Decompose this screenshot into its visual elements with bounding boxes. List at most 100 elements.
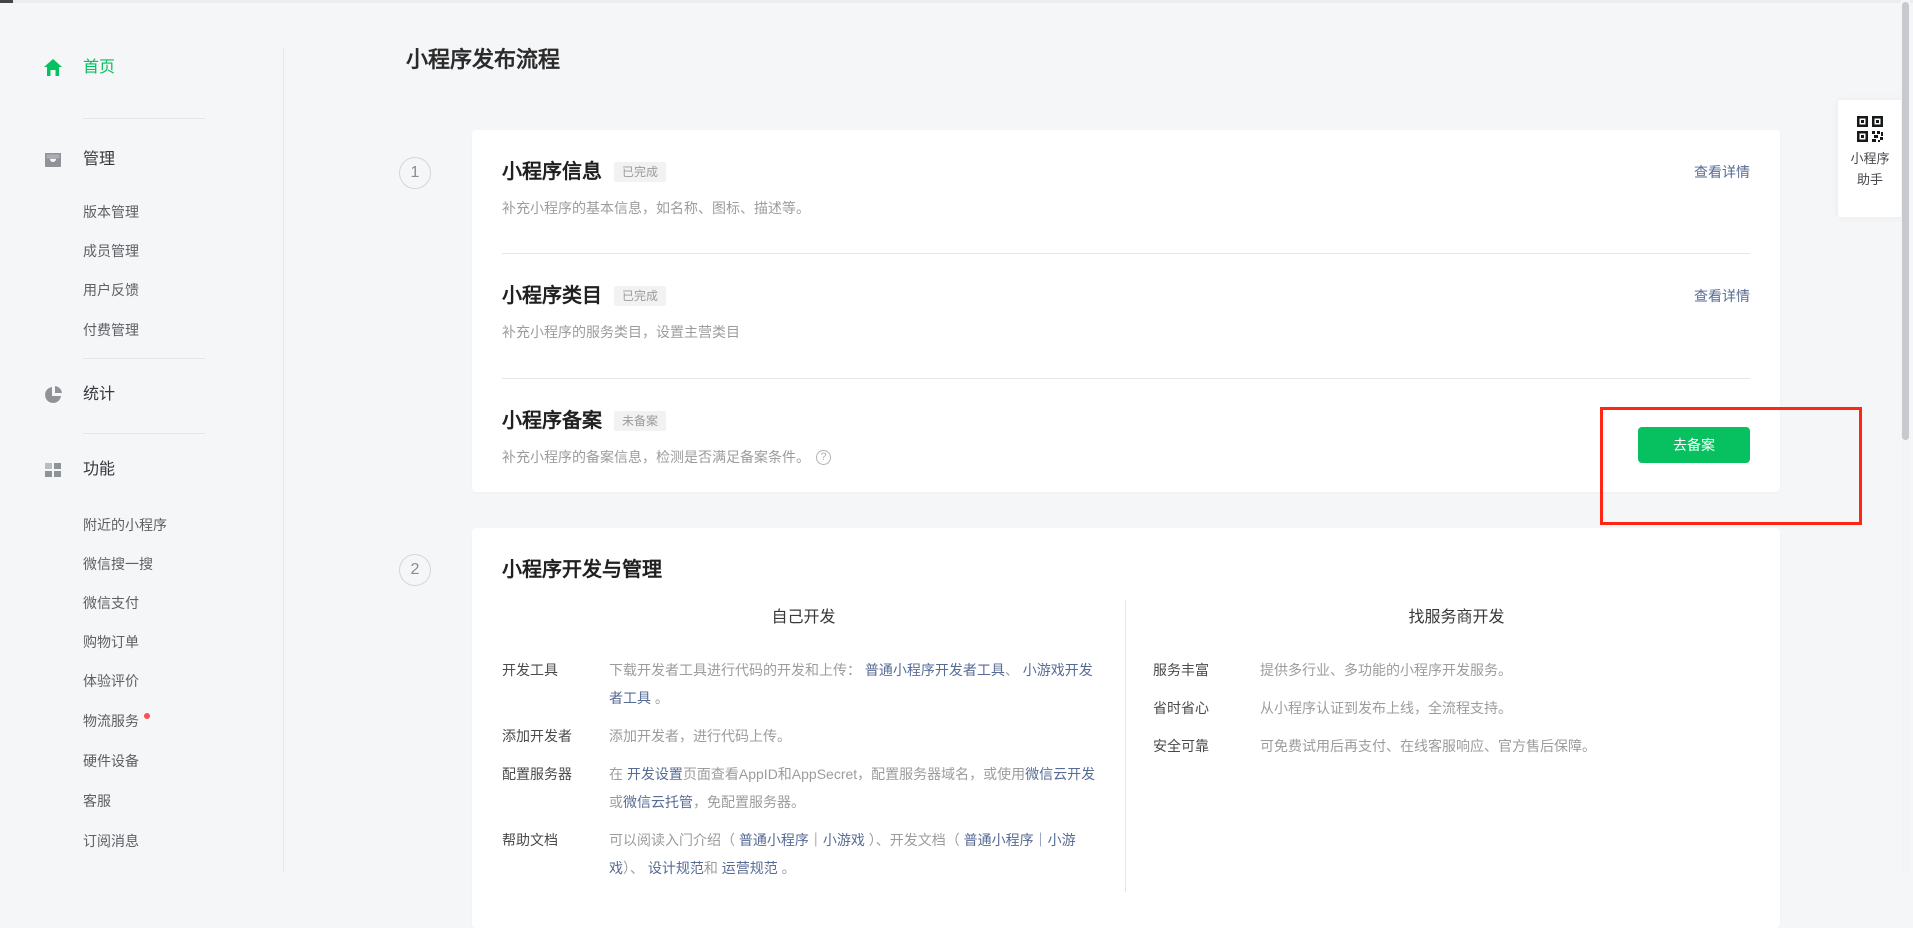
row-label: 安全可靠	[1153, 732, 1260, 760]
sidebar-item-manage[interactable]: 管理	[0, 149, 283, 171]
section-description: 补充小程序的备案信息，检测是否满足备案条件。	[502, 447, 810, 467]
sidebar-item-label: 硬件设备	[83, 751, 139, 771]
sidebar-item-statistics[interactable]: 统计	[0, 384, 283, 406]
status-badge: 已完成	[614, 162, 666, 182]
row-text: ）、开发文档（	[865, 832, 964, 848]
section-title: 小程序信息	[502, 158, 602, 186]
row-text: 添加开发者，进行代码上传。	[609, 728, 791, 744]
cloud-hosting-link[interactable]: 微信云托管	[623, 794, 693, 810]
publish-steps-card: 小程序信息 已完成 查看详情 补充小程序的基本信息，如名称、图标、描述等。 小程…	[472, 130, 1780, 492]
sidebar-item-member-manage[interactable]: 成员管理	[0, 241, 283, 261]
sidebar-item-features[interactable]: 功能	[0, 459, 283, 481]
row-text: 可免费试用后再支付、在线客服响应、官方售后保障。	[1260, 738, 1596, 754]
sidebar-item-label: 首页	[83, 57, 115, 79]
sidebar-item-version-manage[interactable]: 版本管理	[0, 202, 283, 222]
miniprogram-assistant-widget[interactable]: 小程序 助手	[1838, 100, 1902, 217]
row-text: 页面查看AppID和AppSecret，配置服务器域名，或使用	[683, 766, 1025, 782]
section-miniprogram-category: 小程序类目 已完成 查看详情 补充小程序的服务类目，设置主营类目	[472, 254, 1780, 378]
sidebar-item-label: 购物订单	[83, 632, 139, 652]
sidebar-item-label: 微信支付	[83, 593, 139, 613]
assistant-label-line2: 助手	[1857, 169, 1883, 190]
row-text: 提供多行业、多功能的小程序开发服务。	[1260, 662, 1512, 678]
dev-row-help-docs: 帮助文档 可以阅读入门介绍（ 普通小程序｜小游戏 ）、开发文档（ 普通小程序｜小…	[502, 826, 1105, 882]
divider	[83, 358, 205, 359]
sidebar-item-nearby-miniprogram[interactable]: 附近的小程序	[0, 515, 283, 535]
step-number-text: 1	[411, 164, 420, 182]
scrollbar-thumb[interactable]	[1902, 2, 1909, 440]
pie-chart-icon	[42, 384, 64, 406]
row-label: 开发工具	[502, 656, 609, 712]
section-miniprogram-icp-filing: 小程序备案 未备案 补充小程序的备案信息，检测是否满足备案条件。 ? 去备案	[472, 379, 1780, 494]
sidebar-item-label: 微信搜一搜	[83, 554, 153, 574]
sidebar-item-label: 物流服务	[83, 711, 139, 731]
sidebar-item-experience-review[interactable]: 体验评价	[0, 671, 283, 691]
sidebar-item-label: 功能	[83, 459, 115, 481]
row-text: 可以阅读入门介绍（	[609, 832, 739, 848]
sidebar-item-paid-manage[interactable]: 付费管理	[0, 320, 283, 340]
status-badge: 未备案	[614, 411, 666, 431]
dev-row-tools: 开发工具 下载开发者工具进行代码的开发和上传： 普通小程序开发者工具、 小游戏开…	[502, 656, 1105, 712]
sidebar-item-wechat-pay[interactable]: 微信支付	[0, 593, 283, 613]
row-text: ）、	[623, 860, 648, 876]
sidebar-item-label: 成员管理	[83, 241, 139, 261]
sidebar-item-subscribe-message[interactable]: 订阅消息	[0, 831, 283, 851]
sidebar-item-label: 用户反馈	[83, 280, 139, 300]
devtools-link[interactable]: 普通小程序开发者工具	[865, 662, 1005, 678]
dev-row-configure-server: 配置服务器 在 开发设置页面查看AppID和AppSecret，配置服务器域名，…	[502, 760, 1105, 816]
view-details-link[interactable]: 查看详情	[1694, 162, 1750, 182]
archive-box-icon	[42, 149, 64, 171]
dev-row-add-developer: 添加开发者 添加开发者，进行代码上传。	[502, 722, 1105, 750]
row-text: 。	[778, 860, 796, 876]
sidebar-item-label: 体验评价	[83, 671, 139, 691]
service-provider-column: 找服务商开发 服务丰富 提供多行业、多功能的小程序开发服务。 省时省心 从小程序…	[1125, 600, 1780, 892]
sidebar-item-label: 版本管理	[83, 202, 139, 222]
step-number-text: 2	[411, 561, 420, 579]
page-title: 小程序发布流程	[406, 42, 560, 74]
intro-docs-link[interactable]: 普通小程序｜小游戏	[739, 832, 865, 848]
sidebar-item-hardware-devices[interactable]: 硬件设备	[0, 751, 283, 771]
provider-row-time-saving: 省时省心 从小程序认证到发布上线，全流程支持。	[1153, 694, 1760, 722]
sidebar-item-label: 订阅消息	[83, 831, 139, 851]
view-details-link[interactable]: 查看详情	[1694, 286, 1750, 306]
sidebar-item-label: 付费管理	[83, 320, 139, 340]
cloud-dev-link[interactable]: 微信云开发	[1025, 766, 1095, 782]
row-text: 。	[651, 690, 669, 706]
row-label: 帮助文档	[502, 826, 609, 882]
sidebar-item-shopping-orders[interactable]: 购物订单	[0, 632, 283, 652]
column-header: 找服务商开发	[1153, 606, 1760, 630]
row-text: ，免配置服务器。	[693, 794, 805, 810]
sidebar-item-customer-service[interactable]: 客服	[0, 791, 283, 811]
row-label: 省时省心	[1153, 694, 1260, 722]
go-filing-button[interactable]: 去备案	[1638, 427, 1750, 463]
row-text: 在	[609, 766, 627, 782]
row-label: 配置服务器	[502, 760, 609, 816]
sidebar-item-logistics-service[interactable]: 物流服务	[0, 711, 283, 731]
sidebar-item-home[interactable]: 首页	[0, 57, 283, 79]
design-guide-link[interactable]: 设计规范	[648, 860, 704, 876]
sidebar-item-user-feedback[interactable]: 用户反馈	[0, 280, 283, 300]
status-badge: 已完成	[614, 286, 666, 306]
grid-icon	[42, 459, 64, 481]
column-header: 自己开发	[502, 606, 1105, 630]
help-icon[interactable]: ?	[816, 450, 831, 465]
section-description: 补充小程序的基本信息，如名称、图标、描述等。	[502, 198, 1750, 218]
home-icon	[42, 57, 64, 79]
step-number-2: 2	[399, 554, 431, 586]
development-card: 小程序开发与管理 自己开发 开发工具 下载开发者工具进行代码的开发和上传： 普通…	[472, 528, 1780, 928]
assistant-label-line1: 小程序	[1850, 148, 1889, 169]
sidebar-item-label: 管理	[83, 149, 115, 171]
step-number-1: 1	[399, 157, 431, 189]
section-title: 小程序备案	[502, 407, 602, 435]
operation-guide-link[interactable]: 运营规范	[722, 860, 778, 876]
divider	[83, 118, 205, 119]
dev-settings-link[interactable]: 开发设置	[627, 766, 683, 782]
section-title: 小程序类目	[502, 282, 602, 310]
card-title: 小程序开发与管理	[472, 528, 1780, 584]
sidebar-item-label: 附近的小程序	[83, 515, 167, 535]
section-miniprogram-info: 小程序信息 已完成 查看详情 补充小程序的基本信息，如名称、图标、描述等。	[472, 130, 1780, 253]
sidebar-separator	[283, 48, 284, 873]
row-text: 下载开发者工具进行代码的开发和上传：	[609, 662, 865, 678]
row-text: 和	[704, 860, 722, 876]
row-text: 或	[609, 794, 623, 810]
sidebar-item-wechat-search[interactable]: 微信搜一搜	[0, 554, 283, 574]
